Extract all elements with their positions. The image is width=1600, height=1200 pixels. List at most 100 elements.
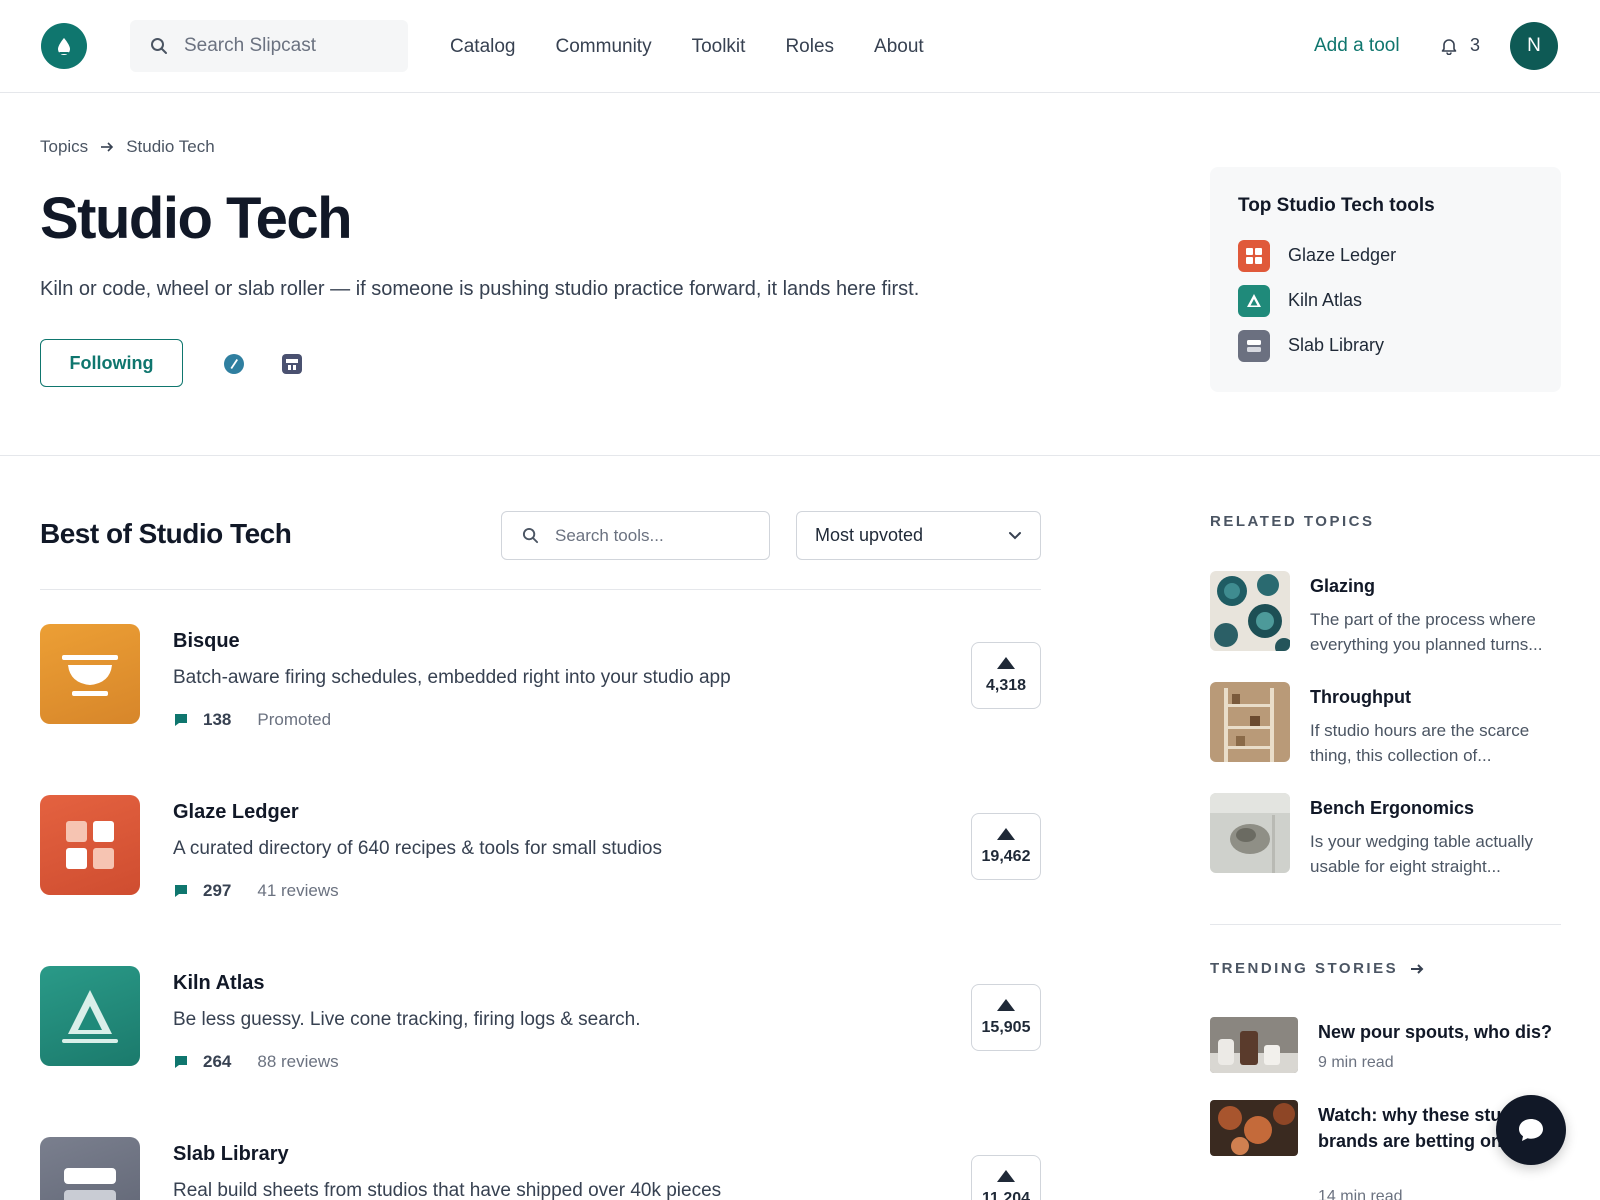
trending-stories-label: TRENDING STORIES <box>1210 960 1399 977</box>
sort-select[interactable]: Most upvoted <box>796 511 1041 560</box>
logo[interactable] <box>41 23 87 69</box>
story-title: New pour spouts, who dis? <box>1318 1022 1552 1042</box>
upvote-arrow-icon <box>997 827 1015 840</box>
search-icon <box>522 527 539 544</box>
nav-community[interactable]: Community <box>556 36 652 58</box>
top-tools-title: Top Studio Tech tools <box>1238 195 1435 216</box>
search-placeholder: Search Slipcast <box>184 35 317 56</box>
bell-icon <box>1441 38 1457 55</box>
upvote-arrow-icon <box>997 998 1015 1011</box>
tool-extra: 88 reviews <box>257 1052 339 1071</box>
avatar[interactable]: N <box>1510 22 1558 70</box>
arrow-right-icon <box>100 141 114 153</box>
topic-name: Glazing <box>1310 576 1376 596</box>
top-tool-label: Slab Library <box>1288 335 1385 355</box>
section-divider <box>0 455 1600 456</box>
tool-tagline: Batch-aware firing schedules, embedded r… <box>173 667 731 688</box>
top-tool-slab-library[interactable]: Slab Library <box>1238 323 1533 368</box>
upvote-button[interactable]: 11,204 <box>971 1155 1041 1200</box>
tool-name[interactable]: Glaze Ledger <box>173 801 299 824</box>
upvote-button[interactable]: 15,905 <box>971 984 1041 1051</box>
story-thumbnail <box>1210 1100 1298 1156</box>
tool-row[interactable]: Slab Library Real build sheets from stud… <box>40 1137 1041 1200</box>
main-nav: Catalog Community Toolkit Roles About <box>450 0 964 93</box>
breadcrumb-topics[interactable]: Topics <box>40 137 88 157</box>
tool-row[interactable]: Bisque Batch-aware firing schedules, emb… <box>40 624 1041 734</box>
stack-icon <box>40 1137 140 1200</box>
triangle-icon <box>1238 284 1270 317</box>
tool-tagline: Be less guessy. Live cone tracking, firi… <box>173 1009 641 1030</box>
tool-tagline: Real build sheets from studios that have… <box>173 1180 722 1200</box>
story-thumbnail <box>1210 1017 1298 1073</box>
story-read-time: 14 min read <box>1318 1188 1403 1200</box>
global-search[interactable]: Search Slipcast <box>130 20 408 72</box>
upvote-button[interactable]: 4,318 <box>971 642 1041 709</box>
list-divider <box>40 589 1041 590</box>
section-title: Best of Studio Tech <box>40 518 292 549</box>
compass-icon[interactable] <box>223 353 245 375</box>
related-topic[interactable]: Glazing The part of the process where ev… <box>1210 571 1561 654</box>
top-tools-card: Top Studio Tech tools Glaze Ledger Kiln … <box>1210 167 1561 392</box>
top-tool-glaze-ledger[interactable]: Glaze Ledger <box>1238 233 1533 278</box>
page-description: Kiln or code, wheel or slab roller — if … <box>40 278 920 300</box>
tool-meta: 264 88 reviews <box>173 1052 339 1072</box>
add-tool-link[interactable]: Add a tool <box>1314 35 1400 57</box>
nav-toolkit[interactable]: Toolkit <box>692 36 746 58</box>
related-topic[interactable]: Bench Ergonomics Is your wedging table a… <box>1210 793 1561 876</box>
top-tool-label: Glaze Ledger <box>1288 245 1397 265</box>
tool-search-input[interactable]: Search tools... <box>501 511 770 560</box>
storefront-icon[interactable] <box>281 353 303 375</box>
tool-search-placeholder: Search tools... <box>555 525 664 545</box>
nav-catalog[interactable]: Catalog <box>450 36 516 58</box>
following-button[interactable]: Following <box>40 339 183 387</box>
vote-count: 4,318 <box>985 676 1027 694</box>
breadcrumb-current: Studio Tech <box>126 137 215 156</box>
drop-icon <box>58 38 70 55</box>
comment-icon <box>175 714 187 726</box>
vote-count: 15,905 <box>981 1018 1031 1036</box>
topic-thumbnail <box>1210 682 1290 762</box>
upvote-arrow-icon <box>997 656 1015 669</box>
bowl-icon <box>40 624 140 724</box>
related-topic[interactable]: Throughput If studio hours are the scarc… <box>1210 682 1561 765</box>
chat-button[interactable] <box>1496 1095 1566 1165</box>
notification-count: 3 <box>1470 35 1481 55</box>
search-icon <box>151 38 167 54</box>
notifications-button[interactable]: 3 <box>1440 35 1480 56</box>
topic-description: The part of the process where everything… <box>1310 610 1543 654</box>
comments-link[interactable]: 138 <box>173 710 231 730</box>
tool-meta: 138 Promoted <box>173 710 331 730</box>
tool-tagline: A curated directory of 640 recipes & too… <box>173 838 662 859</box>
topic-description: Is your wedging table actually usable fo… <box>1310 832 1534 876</box>
comment-count: 264 <box>203 1052 232 1071</box>
vote-count: 11,204 <box>981 1189 1031 1200</box>
page-title: Studio Tech <box>40 186 353 251</box>
triangle-icon <box>40 966 140 1066</box>
tool-name[interactable]: Kiln Atlas <box>173 972 265 995</box>
topic-thumbnail <box>1210 571 1290 651</box>
comment-icon <box>175 885 187 897</box>
upvote-arrow-icon <box>997 1169 1015 1182</box>
comments-link[interactable]: 264 <box>173 1052 231 1072</box>
sidebar-divider <box>1210 924 1561 925</box>
upvote-button[interactable]: 19,462 <box>971 813 1041 880</box>
topic-name: Throughput <box>1310 687 1411 707</box>
tool-row[interactable]: Glaze Ledger A curated directory of 640 … <box>40 795 1041 905</box>
trending-stories-link[interactable]: TRENDING STORIES <box>1210 960 1424 977</box>
tool-name[interactable]: Bisque <box>173 630 240 653</box>
tool-extra: 41 reviews <box>257 881 339 900</box>
grid-icon <box>40 795 140 895</box>
comments-link[interactable]: 297 <box>173 881 231 901</box>
breadcrumb: Topics Studio Tech <box>40 137 215 157</box>
chevron-down-icon <box>1009 531 1021 539</box>
comment-count: 297 <box>203 881 232 900</box>
tool-extra: Promoted <box>257 710 332 729</box>
top-tool-kiln-atlas[interactable]: Kiln Atlas <box>1238 278 1533 323</box>
nav-roles[interactable]: Roles <box>785 36 834 58</box>
tool-row[interactable]: Kiln Atlas Be less guessy. Live cone tra… <box>40 966 1041 1076</box>
comment-count: 138 <box>203 710 232 729</box>
nav-about[interactable]: About <box>874 36 924 58</box>
tool-name[interactable]: Slab Library <box>173 1143 289 1166</box>
grid-icon <box>1238 239 1270 272</box>
topic-name: Bench Ergonomics <box>1310 798 1475 818</box>
